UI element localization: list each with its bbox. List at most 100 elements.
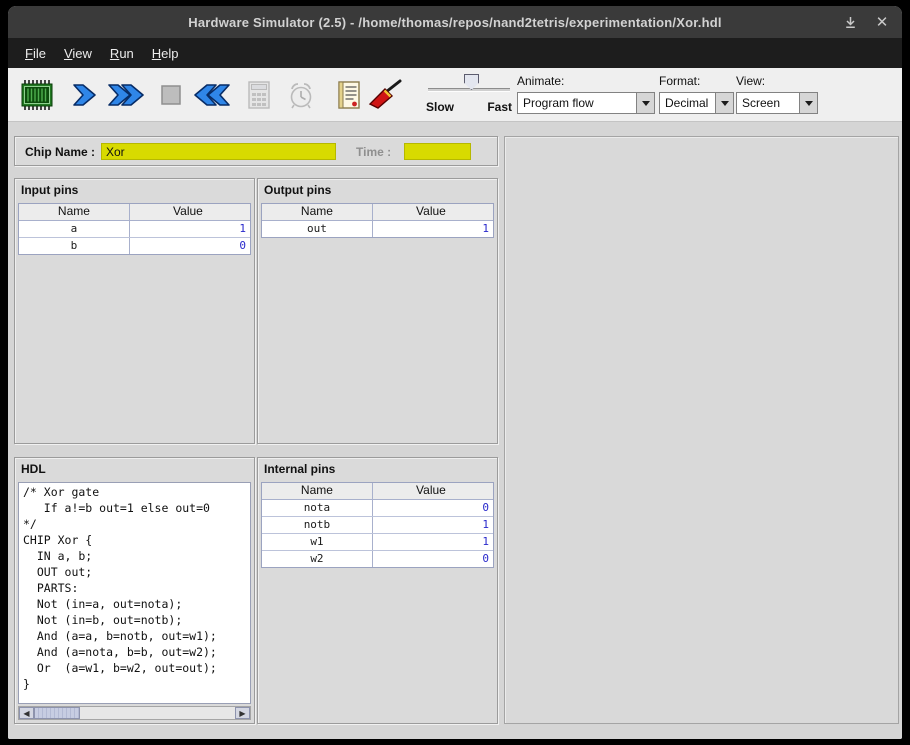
minimize-icon <box>844 16 857 29</box>
menu-run[interactable]: Run <box>101 41 143 66</box>
format-dropdown-button[interactable] <box>715 93 733 113</box>
pin-value[interactable]: 0 <box>130 238 250 254</box>
column-header-name: Name <box>262 204 373 220</box>
eval-button[interactable] <box>238 75 280 115</box>
format-label: Format: <box>659 74 700 88</box>
output-pins-panel: Output pins Name Value out 1 <box>257 178 498 444</box>
pin-name: notb <box>262 517 373 533</box>
table-header-row: Name Value <box>262 483 493 500</box>
scroll-left-icon[interactable]: ◀ <box>19 707 34 719</box>
column-header-value: Value <box>373 204 493 220</box>
chip-name-label: Chip Name : <box>25 145 95 159</box>
table-row: notb 1 <box>262 517 493 534</box>
window-title: Hardware Simulator (2.5) - /home/thomas/… <box>188 15 721 30</box>
slider-slow-label: Slow <box>426 100 454 114</box>
fast-forward-icon <box>107 80 145 110</box>
slider-fast-label: Fast <box>487 100 512 114</box>
slider-track[interactable] <box>428 88 510 92</box>
animate-label: Animate: <box>517 74 564 88</box>
clock-icon <box>287 80 315 110</box>
load-chip-button[interactable] <box>16 75 58 115</box>
pin-value: 0 <box>373 500 493 516</box>
table-row: nota 0 <box>262 500 493 517</box>
minimize-button[interactable] <box>842 14 858 30</box>
input-pins-panel: Input pins Name Value a 1 b 0 <box>14 178 255 444</box>
close-button[interactable]: ✕ <box>874 14 890 30</box>
pin-value: 1 <box>373 221 493 237</box>
rewind-icon <box>193 80 231 110</box>
table-header-row: Name Value <box>19 204 250 221</box>
table-row: w1 1 <box>262 534 493 551</box>
table-header-row: Name Value <box>262 204 493 221</box>
internal-pins-title: Internal pins <box>258 458 497 478</box>
animate-dropdown-button[interactable] <box>636 93 654 113</box>
table-row: b 0 <box>19 238 250 254</box>
column-header-value: Value <box>373 483 493 499</box>
menu-file[interactable]: File <box>16 41 55 66</box>
format-value: Decimal <box>660 96 715 110</box>
table-row: a 1 <box>19 221 250 238</box>
view-value: Screen <box>737 96 799 110</box>
input-pins-title: Input pins <box>15 179 254 199</box>
table-row: out 1 <box>262 221 493 237</box>
pin-name: w1 <box>262 534 373 550</box>
window-controls: ✕ <box>842 6 890 38</box>
single-step-button[interactable] <box>64 75 106 115</box>
view-dropdown-button[interactable] <box>799 93 817 113</box>
internal-pins-panel: Internal pins Name Value nota 0 notb 1 w… <box>257 457 498 724</box>
column-header-name: Name <box>19 204 130 220</box>
close-icon: ✕ <box>876 15 889 30</box>
scroll-right-icon[interactable]: ▶ <box>235 707 250 719</box>
main-area: Chip Name : Xor Time : Input pins Name V… <box>8 122 902 739</box>
script-icon <box>336 80 362 110</box>
view-select[interactable]: Screen <box>736 92 818 114</box>
step-forward-icon <box>72 80 98 110</box>
brush-icon <box>367 79 403 111</box>
scrollbar-thumb[interactable] <box>34 707 80 719</box>
chevron-down-icon <box>721 101 729 110</box>
internal-pins-table: Name Value nota 0 notb 1 w1 1 w2 0 <box>261 482 494 568</box>
output-pins-table: Name Value out 1 <box>261 203 494 238</box>
pin-name: w2 <box>262 551 373 567</box>
scrollbar-track[interactable] <box>80 707 235 719</box>
time-field <box>404 143 471 160</box>
reset-button[interactable] <box>188 75 236 115</box>
menu-help[interactable]: Help <box>143 41 188 66</box>
animate-value: Program flow <box>518 96 636 110</box>
menubar: File View Run Help <box>8 38 902 68</box>
hdl-panel: HDL /* Xor gate If a!=b out=1 else out=0… <box>14 457 255 724</box>
menu-view[interactable]: View <box>55 41 101 66</box>
pin-value[interactable]: 1 <box>130 221 250 237</box>
hdl-horizontal-scrollbar[interactable]: ◀ ▶ <box>18 706 251 720</box>
format-select[interactable]: Decimal <box>659 92 734 114</box>
hdl-code-view: /* Xor gate If a!=b out=1 else out=0 */ … <box>18 482 251 704</box>
toolbar: Slow Fast Animate: Program flow Format: … <box>8 68 902 122</box>
chip-icon <box>20 78 54 112</box>
chip-header-panel: Chip Name : Xor Time : <box>14 136 498 166</box>
hdl-code-text: /* Xor gate If a!=b out=1 else out=0 */ … <box>23 484 246 692</box>
pin-value: 1 <box>373 534 493 550</box>
pin-value: 1 <box>373 517 493 533</box>
hdl-title: HDL <box>15 458 254 478</box>
speed-slider[interactable]: Slow Fast <box>426 74 512 118</box>
chevron-down-icon <box>642 101 650 110</box>
clear-button[interactable] <box>364 75 406 115</box>
pin-name: out <box>262 221 373 237</box>
table-row: w2 0 <box>262 551 493 567</box>
clock-button[interactable] <box>280 75 322 115</box>
column-header-value: Value <box>130 204 250 220</box>
chip-name-field[interactable]: Xor <box>101 143 336 160</box>
time-label: Time : <box>356 145 391 159</box>
pin-name: a <box>19 221 130 237</box>
stop-icon <box>160 84 182 106</box>
pin-name: nota <box>262 500 373 516</box>
screen-view-panel <box>504 136 899 724</box>
input-pins-table: Name Value a 1 b 0 <box>18 203 251 255</box>
titlebar[interactable]: Hardware Simulator (2.5) - /home/thomas/… <box>8 6 902 38</box>
animate-select[interactable]: Program flow <box>517 92 655 114</box>
pin-value: 0 <box>373 551 493 567</box>
stop-button[interactable] <box>150 75 192 115</box>
view-label: View: <box>736 74 765 88</box>
run-button[interactable] <box>102 75 150 115</box>
calculator-icon <box>247 80 271 110</box>
